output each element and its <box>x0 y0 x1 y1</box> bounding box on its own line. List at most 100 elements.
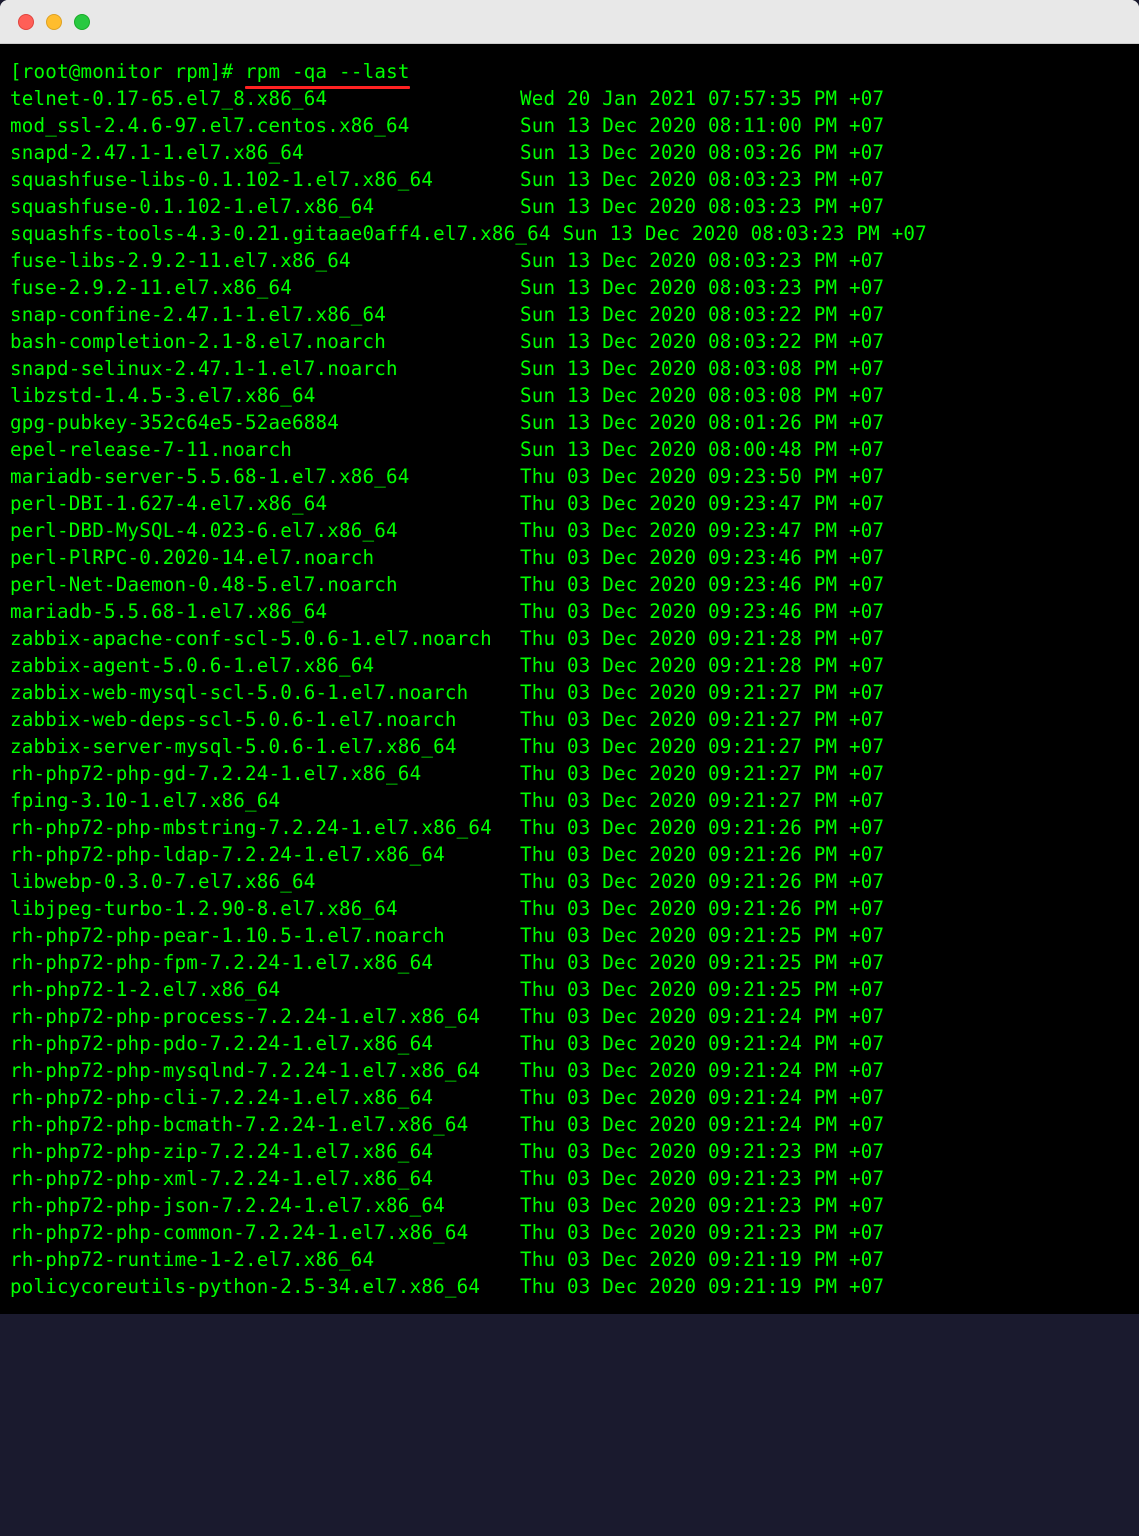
install-date: Sun 13 Dec 2020 08:00:48 PM +07 <box>520 436 884 463</box>
package-row: perl-PlRPC-0.2020-14.el7.noarchThu 03 De… <box>10 544 1129 571</box>
install-date: Thu 03 Dec 2020 09:21:28 PM +07 <box>520 625 884 652</box>
close-icon[interactable] <box>18 14 34 30</box>
install-date: Thu 03 Dec 2020 09:21:24 PM +07 <box>520 1084 884 1111</box>
package-row: rh-php72-php-bcmath-7.2.24-1.el7.x86_64T… <box>10 1111 1129 1138</box>
package-name: snapd-2.47.1-1.el7.x86_64 <box>10 139 520 166</box>
install-date: Thu 03 Dec 2020 09:23:47 PM +07 <box>520 490 884 517</box>
package-name: libzstd-1.4.5-3.el7.x86_64 <box>10 382 520 409</box>
install-date: Sun 13 Dec 2020 08:03:08 PM +07 <box>520 355 884 382</box>
package-name: perl-PlRPC-0.2020-14.el7.noarch <box>10 544 520 571</box>
install-date: Thu 03 Dec 2020 09:21:25 PM +07 <box>520 976 884 1003</box>
package-name: rh-php72-php-ldap-7.2.24-1.el7.x86_64 <box>10 841 520 868</box>
package-row: telnet-0.17-65.el7_8.x86_64Wed 20 Jan 20… <box>10 85 1129 112</box>
maximize-icon[interactable] <box>74 14 90 30</box>
install-date: Thu 03 Dec 2020 09:23:46 PM +07 <box>520 571 884 598</box>
package-name: rh-php72-php-pdo-7.2.24-1.el7.x86_64 <box>10 1030 520 1057</box>
package-name: rh-php72-php-zip-7.2.24-1.el7.x86_64 <box>10 1138 520 1165</box>
package-row: zabbix-web-mysql-scl-5.0.6-1.el7.noarchT… <box>10 679 1129 706</box>
package-row: fping-3.10-1.el7.x86_64Thu 03 Dec 2020 0… <box>10 787 1129 814</box>
install-date: Thu 03 Dec 2020 09:21:23 PM +07 <box>520 1219 884 1246</box>
install-date: Thu 03 Dec 2020 09:21:27 PM +07 <box>520 787 884 814</box>
terminal-output[interactable]: [root@monitor rpm]# rpm -qa --lasttelnet… <box>0 44 1139 1314</box>
terminal-window: [root@monitor rpm]# rpm -qa --lasttelnet… <box>0 0 1139 1314</box>
package-row: snapd-selinux-2.47.1-1.el7.noarchSun 13 … <box>10 355 1129 382</box>
package-name: rh-php72-runtime-1-2.el7.x86_64 <box>10 1246 520 1273</box>
package-row: rh-php72-php-cli-7.2.24-1.el7.x86_64Thu … <box>10 1084 1129 1111</box>
install-date: Thu 03 Dec 2020 09:23:46 PM +07 <box>520 598 884 625</box>
package-row: rh-php72-1-2.el7.x86_64Thu 03 Dec 2020 0… <box>10 976 1129 1003</box>
install-date: Thu 03 Dec 2020 09:21:27 PM +07 <box>520 733 884 760</box>
package-row: libzstd-1.4.5-3.el7.x86_64Sun 13 Dec 202… <box>10 382 1129 409</box>
package-name: rh-php72-php-process-7.2.24-1.el7.x86_64 <box>10 1003 520 1030</box>
minimize-icon[interactable] <box>46 14 62 30</box>
package-row: fuse-2.9.2-11.el7.x86_64Sun 13 Dec 2020 … <box>10 274 1129 301</box>
package-name: zabbix-server-mysql-5.0.6-1.el7.x86_64 <box>10 733 520 760</box>
package-name: zabbix-web-mysql-scl-5.0.6-1.el7.noarch <box>10 679 520 706</box>
install-date: Sun 13 Dec 2020 08:03:08 PM +07 <box>520 382 884 409</box>
install-date: Thu 03 Dec 2020 09:21:24 PM +07 <box>520 1111 884 1138</box>
package-name: snapd-selinux-2.47.1-1.el7.noarch <box>10 355 520 382</box>
package-name: bash-completion-2.1-8.el7.noarch <box>10 328 520 355</box>
package-name: zabbix-apache-conf-scl-5.0.6-1.el7.noarc… <box>10 625 520 652</box>
install-date: Thu 03 Dec 2020 09:21:26 PM +07 <box>520 814 884 841</box>
package-name: rh-php72-php-mysqlnd-7.2.24-1.el7.x86_64 <box>10 1057 520 1084</box>
package-name: mod_ssl-2.4.6-97.el7.centos.x86_64 <box>10 112 520 139</box>
package-row: libjpeg-turbo-1.2.90-8.el7.x86_64Thu 03 … <box>10 895 1129 922</box>
package-name: perl-DBD-MySQL-4.023-6.el7.x86_64 <box>10 517 520 544</box>
install-date: Thu 03 Dec 2020 09:21:26 PM +07 <box>520 841 884 868</box>
package-row: rh-php72-php-fpm-7.2.24-1.el7.x86_64Thu … <box>10 949 1129 976</box>
package-row: perl-DBI-1.627-4.el7.x86_64Thu 03 Dec 20… <box>10 490 1129 517</box>
package-name: policycoreutils-python-2.5-34.el7.x86_64 <box>10 1273 520 1300</box>
package-name: epel-release-7-11.noarch <box>10 436 520 463</box>
install-date: Thu 03 Dec 2020 09:21:19 PM +07 <box>520 1246 884 1273</box>
traffic-lights <box>18 14 90 30</box>
package-name: mariadb-5.5.68-1.el7.x86_64 <box>10 598 520 625</box>
package-name: rh-php72-1-2.el7.x86_64 <box>10 976 520 1003</box>
package-row: libwebp-0.3.0-7.el7.x86_64Thu 03 Dec 202… <box>10 868 1129 895</box>
package-row: perl-DBD-MySQL-4.023-6.el7.x86_64Thu 03 … <box>10 517 1129 544</box>
prompt: [root@monitor rpm]# <box>10 60 245 83</box>
install-date: Sun 13 Dec 2020 08:03:23 PM +07 <box>563 220 927 247</box>
install-date: Thu 03 Dec 2020 09:21:27 PM +07 <box>520 679 884 706</box>
package-row: zabbix-agent-5.0.6-1.el7.x86_64Thu 03 De… <box>10 652 1129 679</box>
package-row: squashfuse-libs-0.1.102-1.el7.x86_64Sun … <box>10 166 1129 193</box>
package-name: rh-php72-php-mbstring-7.2.24-1.el7.x86_6… <box>10 814 520 841</box>
package-name: squashfuse-libs-0.1.102-1.el7.x86_64 <box>10 166 520 193</box>
package-row: rh-php72-php-pear-1.10.5-1.el7.noarchThu… <box>10 922 1129 949</box>
package-row: rh-php72-php-zip-7.2.24-1.el7.x86_64Thu … <box>10 1138 1129 1165</box>
titlebar[interactable] <box>0 0 1139 44</box>
install-date: Thu 03 Dec 2020 09:21:23 PM +07 <box>520 1138 884 1165</box>
install-date: Sun 13 Dec 2020 08:03:22 PM +07 <box>520 301 884 328</box>
package-row: rh-php72-php-mysqlnd-7.2.24-1.el7.x86_64… <box>10 1057 1129 1084</box>
package-row: zabbix-web-deps-scl-5.0.6-1.el7.noarchTh… <box>10 706 1129 733</box>
install-date: Thu 03 Dec 2020 09:23:47 PM +07 <box>520 517 884 544</box>
package-name: squashfs-tools-4.3-0.21.gitaae0aff4.el7.… <box>10 220 551 247</box>
package-row: perl-Net-Daemon-0.48-5.el7.noarchThu 03 … <box>10 571 1129 598</box>
install-date: Thu 03 Dec 2020 09:21:23 PM +07 <box>520 1165 884 1192</box>
install-date: Thu 03 Dec 2020 09:21:23 PM +07 <box>520 1192 884 1219</box>
command-underline <box>245 86 410 89</box>
package-row: rh-php72-php-ldap-7.2.24-1.el7.x86_64Thu… <box>10 841 1129 868</box>
package-row: mariadb-server-5.5.68-1.el7.x86_64Thu 03… <box>10 463 1129 490</box>
install-date: Sun 13 Dec 2020 08:03:23 PM +07 <box>520 193 884 220</box>
package-name: fping-3.10-1.el7.x86_64 <box>10 787 520 814</box>
command: rpm -qa --last <box>245 58 410 85</box>
package-row: rh-php72-php-xml-7.2.24-1.el7.x86_64Thu … <box>10 1165 1129 1192</box>
install-date: Thu 03 Dec 2020 09:21:24 PM +07 <box>520 1057 884 1084</box>
prompt-line: [root@monitor rpm]# rpm -qa --last <box>10 58 1129 85</box>
install-date: Sun 13 Dec 2020 08:03:23 PM +07 <box>520 247 884 274</box>
package-row: gpg-pubkey-352c64e5-52ae6884Sun 13 Dec 2… <box>10 409 1129 436</box>
package-row: rh-php72-php-json-7.2.24-1.el7.x86_64Thu… <box>10 1192 1129 1219</box>
package-row: mariadb-5.5.68-1.el7.x86_64Thu 03 Dec 20… <box>10 598 1129 625</box>
package-name: libwebp-0.3.0-7.el7.x86_64 <box>10 868 520 895</box>
install-date: Sun 13 Dec 2020 08:03:23 PM +07 <box>520 166 884 193</box>
install-date: Thu 03 Dec 2020 09:21:28 PM +07 <box>520 652 884 679</box>
package-name: rh-php72-php-xml-7.2.24-1.el7.x86_64 <box>10 1165 520 1192</box>
install-date: Thu 03 Dec 2020 09:21:25 PM +07 <box>520 922 884 949</box>
package-row: squashfuse-0.1.102-1.el7.x86_64Sun 13 De… <box>10 193 1129 220</box>
package-name: perl-Net-Daemon-0.48-5.el7.noarch <box>10 571 520 598</box>
install-date: Sun 13 Dec 2020 08:03:22 PM +07 <box>520 328 884 355</box>
package-name: rh-php72-php-json-7.2.24-1.el7.x86_64 <box>10 1192 520 1219</box>
package-row: fuse-libs-2.9.2-11.el7.x86_64Sun 13 Dec … <box>10 247 1129 274</box>
install-date: Wed 20 Jan 2021 07:57:35 PM +07 <box>520 85 884 112</box>
